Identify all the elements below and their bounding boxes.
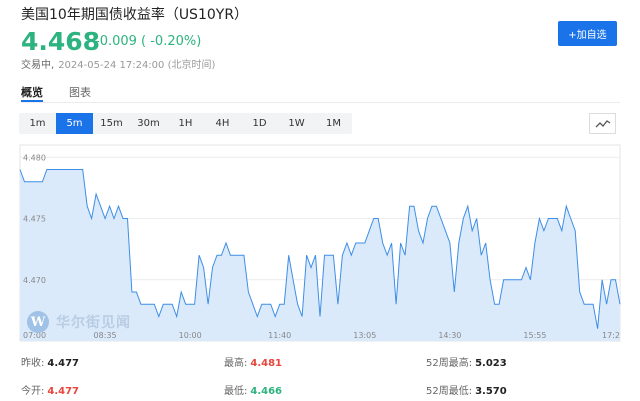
stat-52w-high: 52周最高: 5.023 <box>426 358 507 369</box>
x-tick-label: 10:00 <box>179 331 202 340</box>
stat-52w-low: 52周最低: 3.570 <box>426 386 507 397</box>
interval-4h[interactable]: 4H <box>204 113 241 134</box>
y-tick-label: 4.480 <box>23 153 46 162</box>
interval-5m[interactable]: 5m <box>56 113 93 134</box>
stat-open: 今开: 4.477 <box>21 386 80 397</box>
interval-30m[interactable]: 30m <box>130 113 167 134</box>
tab-overview[interactable]: 概览 <box>21 84 43 100</box>
add-watchlist-button[interactable]: +加自选 <box>558 21 617 46</box>
stat-low: 最低: 4.466 <box>224 386 283 397</box>
wallstreetcn-logo-icon: W <box>27 311 49 333</box>
interval-1w[interactable]: 1W <box>278 113 315 134</box>
x-tick-label: 14:30 <box>438 331 461 340</box>
interval-15m[interactable]: 15m <box>93 113 130 134</box>
tab-divider <box>21 102 620 103</box>
trading-status: 交易中, 2024-05-24 17:24:00 (北京时间) <box>21 56 215 71</box>
update-timestamp: 2024-05-24 17:24:00 (北京时间) <box>58 60 216 71</box>
interval-selector: 1m 5m 15m 30m 1H 4H 1D 1W 1M <box>19 113 352 134</box>
watermark-text: 华尔街见闻 <box>56 315 131 331</box>
chart-type-toggle[interactable] <box>589 113 616 134</box>
interval-1m[interactable]: 1m <box>19 113 56 134</box>
stat-prev-close: 昨收: 4.477 <box>21 358 80 369</box>
instrument-title: 美国10年期国债收益率（US10YR） <box>21 7 249 23</box>
watermark: W 华尔街见闻 <box>27 311 131 333</box>
line-chart-icon <box>595 119 610 127</box>
price-change: -0.009 ( -0.20%) <box>95 34 202 49</box>
x-tick-label: 11:40 <box>268 331 291 340</box>
y-tick-label: 4.475 <box>23 215 46 224</box>
current-price: 4.468 <box>21 27 101 56</box>
interval-1mo[interactable]: 1M <box>315 113 352 134</box>
trading-status-label: 交易中, <box>21 60 55 71</box>
interval-1h[interactable]: 1H <box>167 113 204 134</box>
x-tick-label: 15:55 <box>523 331 546 340</box>
x-tick-label: 13:05 <box>353 331 376 340</box>
x-tick-label: 17:2 <box>602 331 620 340</box>
stat-high: 最高: 4.481 <box>224 358 283 369</box>
y-tick-label: 4.470 <box>23 276 46 285</box>
interval-1d[interactable]: 1D <box>241 113 278 134</box>
tab-chart[interactable]: 图表 <box>69 84 91 100</box>
